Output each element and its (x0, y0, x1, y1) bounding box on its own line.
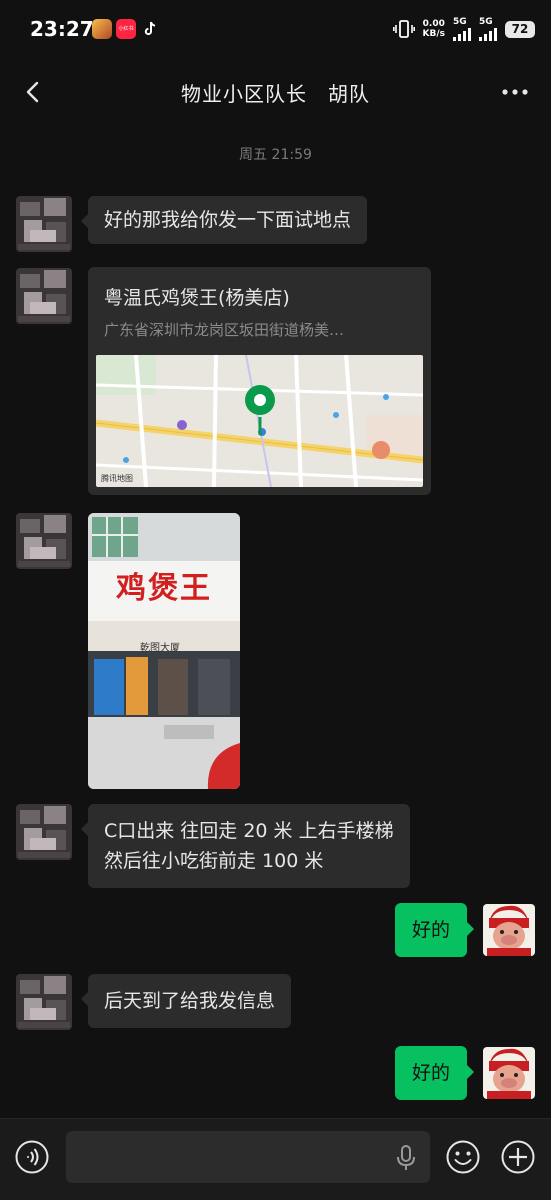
input-bar (0, 1118, 551, 1200)
my-avatar[interactable] (483, 1047, 535, 1099)
message-text: 好的那我给你发一下面试地点 (104, 209, 352, 231)
my-message-bubble[interactable]: 好的 (394, 1046, 475, 1100)
chat-title: 物业小区队长 胡队 (181, 82, 370, 106)
message-text-line: C口出来 往回走 20 米 上右手楼梯 (104, 820, 394, 842)
contact-avatar[interactable] (16, 196, 72, 252)
message-text-line: 然后往小吃街前走 100 米 (104, 850, 324, 872)
tiktok-icon (140, 19, 160, 39)
signal-bars-icon (453, 27, 471, 41)
contact-avatar[interactable] (16, 513, 72, 569)
net-speed-unit: KB/s (422, 29, 445, 39)
message-text: 好的 (411, 919, 450, 941)
network-type-1: 5G (453, 17, 467, 27)
clock: 23:27 (30, 17, 94, 41)
contact-avatar[interactable] (16, 974, 72, 1030)
message-timestamp: 周五 21:59 (239, 147, 312, 163)
message-text: 后天到了给我发信息 (104, 990, 276, 1012)
status-indicators: 0.00 KB/s 5G 5G 72 (392, 17, 535, 41)
signal-bars-icon (479, 27, 497, 41)
map-preview[interactable]: 腾讯地图 (96, 355, 423, 487)
location-card[interactable]: 粤温氏鸡煲王(杨美店) 广东省深圳市龙岗区坂田街道杨美… 腾讯地图 (88, 267, 431, 495)
net-speed-value: 0.00 (422, 19, 445, 29)
network-type-2: 5G (479, 17, 493, 27)
message-text: 好的 (411, 1062, 450, 1084)
location-address: 广东省深圳市龙岗区坂田街道杨美… (104, 321, 345, 339)
my-avatar[interactable] (483, 904, 535, 956)
battery-icon: 72 (505, 20, 535, 38)
message-bubble[interactable]: C口出来 往回走 20 米 上右手楼梯 然后往小吃街前走 100 米 (81, 804, 410, 888)
contact-avatar[interactable] (16, 804, 72, 860)
xiaohongshu-badge-text: 小红书 (118, 26, 134, 32)
signal-2: 5G (479, 17, 497, 41)
net-speed: 0.00 KB/s (423, 19, 445, 39)
vibrate-icon (392, 20, 415, 38)
message-bubble[interactable]: 好的那我给你发一下面试地点 (80, 196, 368, 244)
chat-header: 物业小区队长 胡队 (0, 60, 551, 124)
game-app-icon (92, 19, 112, 39)
message-input[interactable] (66, 1131, 430, 1183)
emoji-icon[interactable] (445, 1139, 481, 1175)
contact-avatar[interactable] (16, 268, 72, 324)
voice-wave-icon[interactable] (14, 1139, 50, 1175)
building-sign-text: 乾图大厦 (140, 643, 180, 654)
microphone-icon[interactable] (396, 1145, 416, 1171)
signal-1: 5G (453, 17, 471, 41)
shop-sign-text: 鸡煲王 (116, 571, 212, 606)
message-bubble[interactable]: 后天到了给我发信息 (80, 974, 292, 1028)
status-bar: 23:27 小红书 0.00 KB/s 5G 5G 72 (0, 0, 551, 60)
xiaohongshu-icon: 小红书 (116, 19, 136, 39)
location-name: 粤温氏鸡煲王(杨美店) (104, 287, 290, 309)
map-credit: 腾讯地图 (101, 474, 133, 483)
plus-circle-icon[interactable] (500, 1139, 536, 1175)
image-message[interactable]: 鸡煲王 乾图大厦 (88, 513, 240, 789)
more-dots-icon[interactable] (501, 82, 529, 102)
my-message-bubble[interactable]: 好的 (394, 903, 475, 957)
